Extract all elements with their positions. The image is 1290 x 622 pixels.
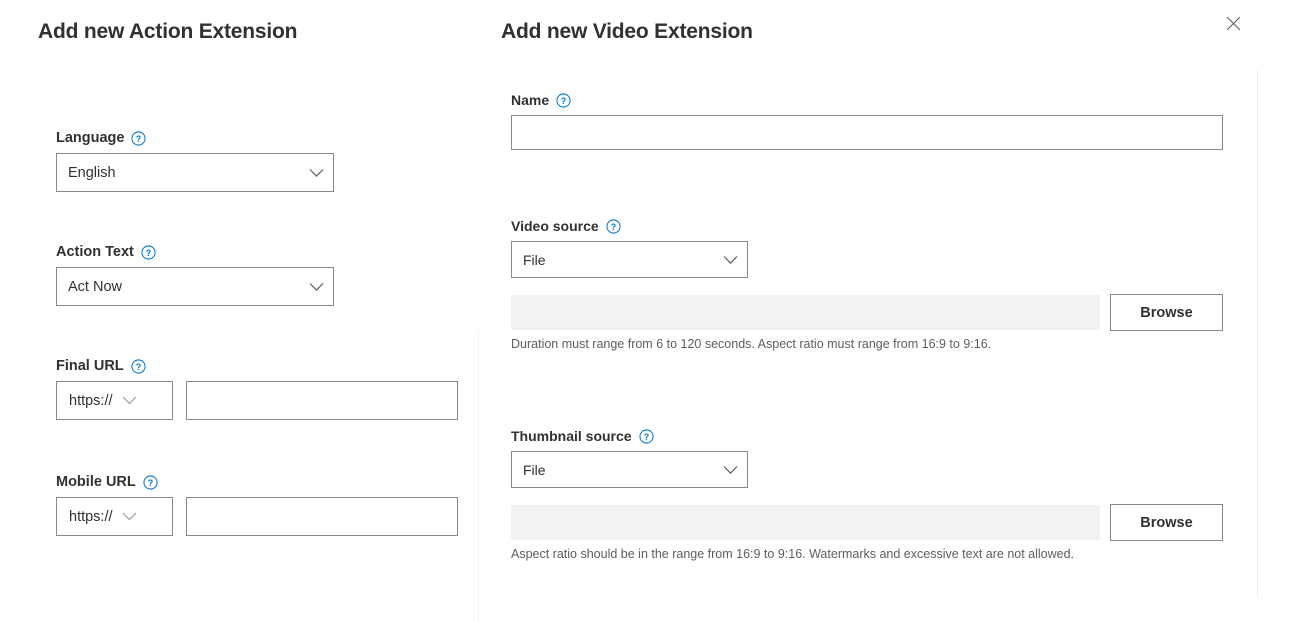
chevron-down-icon: [723, 255, 738, 264]
chevron-down-icon: [122, 509, 137, 525]
thumbnail-browse-button[interactable]: Browse: [1110, 504, 1223, 541]
thumbnail-source-helper-text: Aspect ratio should be in the range from…: [511, 547, 1223, 561]
language-dropdown[interactable]: English: [56, 153, 334, 192]
svg-text:?: ?: [135, 361, 140, 371]
final-url-protocol-dropdown[interactable]: https://: [56, 381, 173, 420]
close-icon[interactable]: [1218, 8, 1248, 38]
thumbnail-file-input[interactable]: [511, 505, 1100, 540]
mobile-url-input[interactable]: [186, 497, 458, 536]
svg-text:?: ?: [148, 477, 153, 487]
mobile-url-protocol-value: https://: [69, 509, 113, 525]
final-url-label: Final URL: [56, 358, 124, 374]
help-circle-icon[interactable]: ?: [131, 131, 146, 146]
flyout-divider: [1257, 70, 1258, 598]
language-field: Language ? English: [56, 130, 334, 192]
svg-text:?: ?: [146, 247, 151, 257]
action-text-label-row: Action Text ?: [56, 244, 334, 260]
help-circle-icon[interactable]: ?: [639, 429, 654, 444]
video-browse-button[interactable]: Browse: [1110, 294, 1223, 331]
video-source-dropdown[interactable]: File: [511, 241, 748, 278]
mobile-url-input-wrap: [186, 497, 458, 536]
help-circle-icon[interactable]: ?: [556, 93, 571, 108]
thumbnail-file-input-wrap: [511, 505, 1100, 540]
video-source-field: Video source ? File: [511, 218, 1223, 351]
video-source-selected-value: File: [523, 252, 546, 268]
mobile-url-row: https://: [56, 497, 458, 536]
final-url-input-wrap: [186, 381, 458, 420]
action-text-dropdown[interactable]: Act Now: [56, 267, 334, 306]
thumbnail-source-dropdown[interactable]: File: [511, 451, 748, 488]
action-text-label: Action Text: [56, 244, 134, 260]
extension-dialog: Add new Action Extension Language ? Engl…: [0, 0, 1290, 622]
panel-divider: [478, 330, 479, 622]
name-field: Name ?: [511, 92, 1223, 150]
help-circle-icon[interactable]: ?: [143, 475, 158, 490]
thumbnail-source-field: Thumbnail source ? File: [511, 428, 1223, 561]
final-url-label-row: Final URL ?: [56, 358, 458, 374]
final-url-row: https://: [56, 381, 458, 420]
mobile-url-field: Mobile URL ? https://: [56, 474, 458, 536]
language-label-row: Language ?: [56, 130, 334, 146]
video-file-input-wrap: [511, 295, 1100, 330]
video-source-label: Video source: [511, 218, 599, 234]
chevron-down-icon: [122, 393, 137, 409]
thumbnail-source-selected-value: File: [523, 462, 546, 478]
chevron-down-icon: [309, 282, 324, 291]
video-extension-panel: Add new Video Extension Name ? Video sou…: [478, 0, 1290, 622]
chevron-down-icon: [309, 168, 324, 177]
name-label: Name: [511, 92, 549, 108]
final-url-protocol-value: https://: [69, 393, 113, 409]
video-source-helper-text: Duration must range from 6 to 120 second…: [511, 337, 1223, 351]
video-extension-title: Add new Video Extension: [501, 20, 753, 44]
help-circle-icon[interactable]: ?: [131, 359, 146, 374]
svg-text:?: ?: [643, 431, 648, 441]
svg-text:?: ?: [561, 95, 566, 105]
action-text-field: Action Text ? Act Now: [56, 244, 334, 306]
language-label: Language: [56, 130, 124, 146]
video-file-input[interactable]: [511, 295, 1100, 330]
action-text-selected-value: Act Now: [68, 279, 122, 295]
video-file-row: Browse: [511, 294, 1223, 331]
thumbnail-source-label-row: Thumbnail source ?: [511, 428, 1223, 444]
action-extension-panel: Add new Action Extension Language ? Engl…: [0, 0, 478, 622]
thumbnail-file-row: Browse: [511, 504, 1223, 541]
name-input[interactable]: [511, 115, 1223, 150]
video-source-label-row: Video source ?: [511, 218, 1223, 234]
action-extension-title: Add new Action Extension: [38, 20, 297, 44]
help-circle-icon[interactable]: ?: [606, 219, 621, 234]
final-url-field: Final URL ? https://: [56, 358, 458, 420]
language-selected-value: English: [68, 165, 116, 181]
name-label-row: Name ?: [511, 92, 1223, 108]
thumbnail-source-label: Thumbnail source: [511, 428, 632, 444]
mobile-url-protocol-dropdown[interactable]: https://: [56, 497, 173, 536]
mobile-url-label-row: Mobile URL ?: [56, 474, 458, 490]
final-url-input[interactable]: [186, 381, 458, 420]
svg-text:?: ?: [136, 133, 141, 143]
mobile-url-label: Mobile URL: [56, 474, 136, 490]
svg-text:?: ?: [610, 221, 615, 231]
help-circle-icon[interactable]: ?: [141, 245, 156, 260]
chevron-down-icon: [723, 465, 738, 474]
